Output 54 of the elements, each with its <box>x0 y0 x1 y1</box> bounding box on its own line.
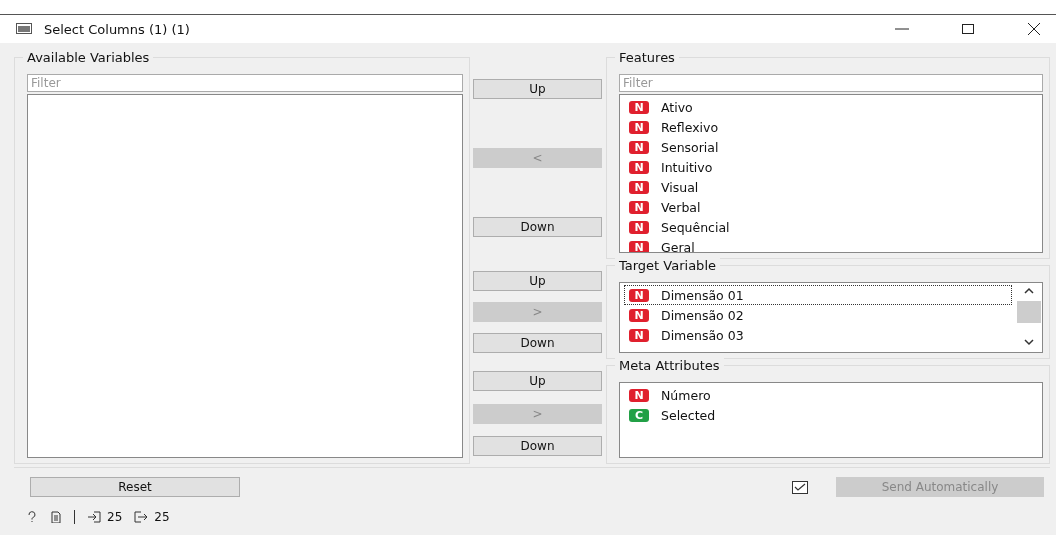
variable-item[interactable]: N Sensorial <box>624 137 1038 157</box>
type-badge: N <box>629 200 649 214</box>
up-button[interactable]: Up <box>473 371 602 391</box>
down-button[interactable]: Down <box>473 333 602 353</box>
down-button[interactable]: Down <box>473 436 602 456</box>
variable-item[interactable]: N Sequêncial <box>624 217 1038 237</box>
variable-item[interactable]: N Reflexivo <box>624 117 1038 137</box>
variable-item[interactable]: N Verbal <box>624 197 1038 217</box>
variable-item[interactable]: N Dimensão 01 <box>624 285 1012 305</box>
filter-field[interactable]: Filter <box>619 74 1043 92</box>
group-title: Meta Attributes <box>615 358 724 373</box>
variable-item[interactable]: N Geral <box>624 237 1038 252</box>
input-count: 25 <box>107 510 123 524</box>
type-badge: N <box>629 288 649 302</box>
close-icon[interactable] <box>1026 21 1042 37</box>
scroll-down-icon[interactable] <box>1023 338 1035 346</box>
output-count: 25 <box>154 510 170 524</box>
type-badge: N <box>629 180 649 194</box>
type-badge: N <box>629 160 649 174</box>
type-badge: N <box>629 120 649 134</box>
variable-item[interactable]: N Visual <box>624 177 1038 197</box>
window-icon <box>16 23 32 35</box>
up-button[interactable]: Up <box>473 79 602 99</box>
variable-item[interactable]: C Selected <box>624 405 1038 425</box>
group-title: Features <box>615 50 679 65</box>
up-button[interactable]: Up <box>473 271 602 291</box>
help-icon[interactable] <box>26 511 38 523</box>
down-button[interactable]: Down <box>473 217 602 237</box>
variable-item[interactable]: N Dimensão 02 <box>624 305 1012 325</box>
type-badge: N <box>629 140 649 154</box>
document-icon[interactable] <box>50 511 62 523</box>
group-title: Target Variable <box>615 258 720 273</box>
type-badge: N <box>629 240 649 252</box>
scroll-up-icon[interactable] <box>1023 287 1035 295</box>
output-icon <box>134 511 149 523</box>
maximize-icon[interactable] <box>960 21 976 37</box>
type-badge: N <box>629 100 649 114</box>
type-badge: N <box>629 388 649 402</box>
input-icon <box>87 511 101 523</box>
type-badge: N <box>629 220 649 234</box>
variable-item[interactable]: N Número <box>624 385 1038 405</box>
variable-item[interactable]: N Ativo <box>624 97 1038 117</box>
group-title: Available Variables <box>23 50 154 65</box>
type-badge: N <box>629 328 649 342</box>
variable-item[interactable]: N Dimensão 03 <box>624 325 1012 345</box>
variable-item[interactable]: N Intuitivo <box>624 157 1038 177</box>
reset-button[interactable]: Reset <box>30 477 240 497</box>
type-badge: N <box>629 308 649 322</box>
variable-list[interactable]: N Ativo N Reflexivo N Sensorial N Intuitivo N Visual N Verbal N Sequêncial N Geral <box>619 94 1043 253</box>
type-badge: C <box>629 408 649 422</box>
variable-list[interactable]: N Dimensão 01 N Dimensão 02 N Dimensão 03 <box>619 282 1043 353</box>
filter-field[interactable]: Filter <box>27 74 463 92</box>
variable-list[interactable]: N Número C Selected <box>619 382 1043 458</box>
window-title: Select Columns (1) (1) <box>44 21 190 37</box>
